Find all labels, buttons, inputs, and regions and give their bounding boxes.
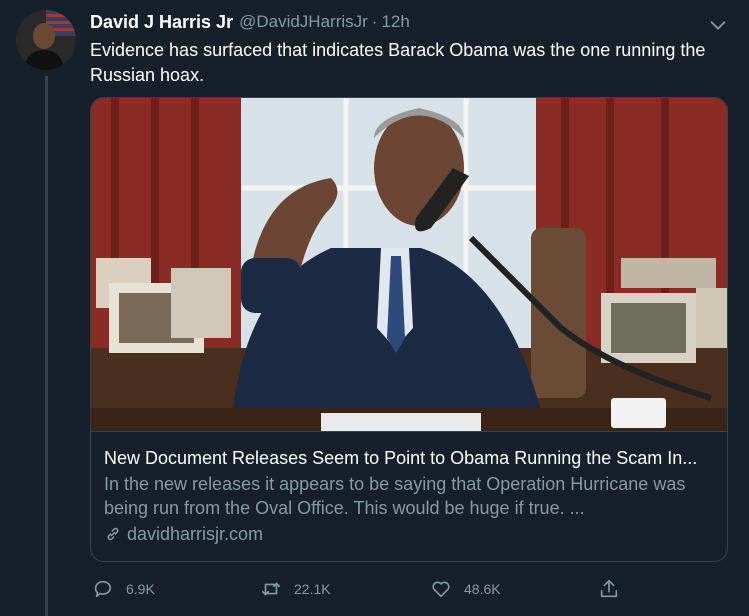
user-handle[interactable]: @DavidJHarrisJr [239,12,368,32]
reply-button[interactable]: 6.9K [92,578,155,600]
tweet-header: David J Harris Jr @DavidJHarrisJr · 12h [90,8,735,36]
timestamp[interactable]: 12h [381,12,409,32]
tweet-content: David J Harris Jr @DavidJHarrisJr · 12h … [90,8,735,598]
tweet[interactable]: David J Harris Jr @DavidJHarrisJr · 12h … [0,0,749,616]
card-title[interactable]: New Document Releases Seem to Point to O… [104,446,714,470]
share-button[interactable] [598,578,632,600]
tweet-text: Evidence has surfaced that indicates Bar… [90,40,706,85]
like-count: 48.6K [464,581,501,597]
like-button[interactable]: 48.6K [430,578,501,600]
card-description: In the new releases it appears to be say… [104,474,686,518]
thread-line [45,76,48,616]
card-domain-text[interactable]: davidharrisjr.com [127,522,263,546]
chevron-down-icon[interactable] [707,14,729,36]
reply-count: 6.9K [126,581,155,597]
avatar-column [16,10,78,70]
link-icon [107,527,119,541]
card-image[interactable] [91,98,727,431]
link-card[interactable]: New Document Releases Seem to Point to O… [90,97,728,562]
action-bar: 6.9K 22.1K 48.6K [90,574,630,604]
avatar[interactable] [16,10,76,70]
card-body[interactable]: New Document Releases Seem to Point to O… [91,431,727,546]
retweet-button[interactable]: 22.1K [260,578,331,600]
heart-icon [432,581,450,598]
share-icon [600,579,618,598]
display-name[interactable]: David J Harris Jr [90,12,233,33]
retweet-icon [261,582,281,596]
card-domain[interactable]: davidharrisjr.com [104,522,714,546]
reply-icon [94,580,112,598]
separator-dot: · [371,12,378,31]
retweet-count: 22.1K [294,581,331,597]
